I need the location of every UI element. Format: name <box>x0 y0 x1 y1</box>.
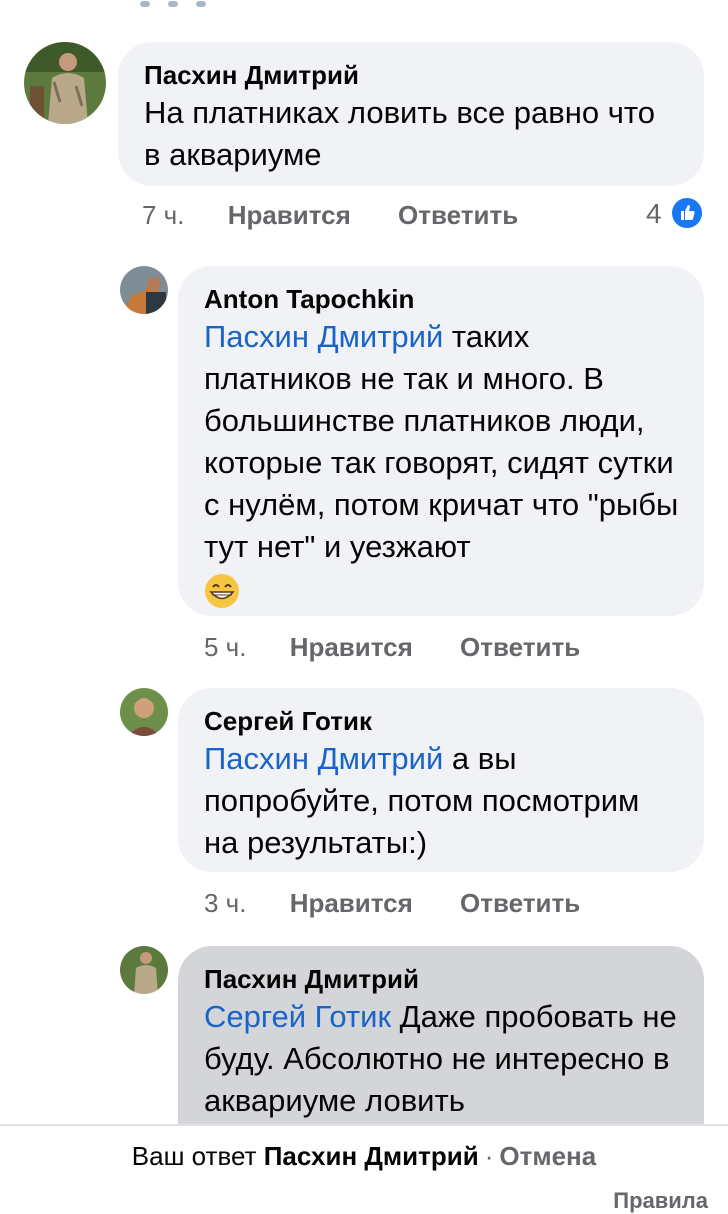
comment-text: Сергей Готик Даже пробовать не буду. Абс… <box>204 999 677 1118</box>
avatar[interactable] <box>120 946 168 994</box>
comment-bubble[interactable]: Anton Tapochkin Пасхин Дмитрий таких пла… <box>178 266 704 616</box>
reply-button[interactable]: Ответить <box>460 632 580 662</box>
previous-comment-actions-cut <box>140 0 230 7</box>
mention-link[interactable]: Пасхин Дмитрий <box>204 319 443 354</box>
comment-bubble[interactable]: Сергей Готик Пасхин Дмитрий а вы попробу… <box>178 688 704 872</box>
reply-prefix: Ваш ответ <box>131 1141 257 1171</box>
reply-bar: Ваш ответ Пасхин Дмитрий · Отмена Правила <box>0 1124 728 1213</box>
thumbs-up-icon[interactable] <box>670 196 704 230</box>
separator-dot: · <box>484 1141 494 1171</box>
comment-actions: 7 ч. Нравится Ответить <box>142 200 518 230</box>
comment-text: Пасхин Дмитрий а вы попробуйте, потом по… <box>204 741 640 860</box>
like-button[interactable]: Нравится <box>228 200 351 230</box>
grinning-face-with-smiling-eyes-emoji <box>205 573 239 608</box>
avatar-photo <box>120 946 168 994</box>
comment-time[interactable]: 5 ч. <box>204 632 246 662</box>
rules-link[interactable]: Правила <box>613 1188 708 1214</box>
like-button[interactable]: Нравится <box>290 632 413 662</box>
comment-author[interactable]: Пасхин Дмитрий <box>144 60 678 90</box>
comment-author[interactable]: Сергей Готик <box>204 706 678 736</box>
comment-actions: 5 ч. Нравится Ответить <box>204 632 580 662</box>
comment-bubble-selected[interactable]: Пасхин Дмитрий Сергей Готик Даже пробова… <box>178 946 704 1124</box>
comment-bubble[interactable]: Пасхин Дмитрий На платниках ловить все р… <box>118 42 704 186</box>
mention-link[interactable]: Сергей Готик <box>204 999 391 1034</box>
reaction-count[interactable]: 4 <box>646 198 662 230</box>
mention-link[interactable]: Пасхин Дмитрий <box>204 741 443 776</box>
reply-button[interactable]: Ответить <box>398 200 518 230</box>
reply-button[interactable]: Ответить <box>460 888 580 918</box>
comment-text: Пасхин Дмитрий таких платников не так и … <box>204 316 682 610</box>
reply-context: Ваш ответ Пасхин Дмитрий · Отмена <box>0 1140 728 1172</box>
cancel-reply-button[interactable]: Отмена <box>499 1141 596 1171</box>
comment-time[interactable]: 7 ч. <box>142 200 184 230</box>
comment-text: На платниках ловить все равно что в аква… <box>144 95 655 172</box>
avatar-photo <box>120 688 168 736</box>
reply-target-name: Пасхин Дмитрий <box>263 1141 479 1171</box>
like-button[interactable]: Нравится <box>290 888 413 918</box>
comment-time[interactable]: 3 ч. <box>204 888 246 918</box>
comment-actions: 3 ч. Нравится Ответить <box>204 888 580 918</box>
comment-author[interactable]: Anton Tapochkin <box>204 284 678 314</box>
avatar[interactable] <box>24 42 106 124</box>
avatar[interactable] <box>120 688 168 736</box>
comment-author[interactable]: Пасхин Дмитрий <box>204 964 678 994</box>
avatar-photo <box>24 42 106 124</box>
avatar-photo <box>120 266 168 314</box>
avatar[interactable] <box>120 266 168 314</box>
